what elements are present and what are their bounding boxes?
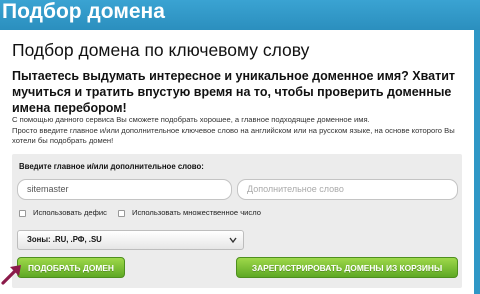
zones-value: Зоны: .RU, .РФ, .SU (27, 235, 102, 244)
pick-domain-button[interactable]: ПОДОБРАТЬ ДОМЕН (17, 257, 125, 278)
register-cart-domains-button[interactable]: ЗАРЕГИСТРИРОВАТЬ ДОМЕНЫ ИЗ КОРЗИНЫ (236, 257, 458, 278)
plural-label: Использовать множественное число (132, 208, 261, 217)
description: С помощью данного сервиса Вы сможете под… (12, 115, 467, 147)
lead-text: Пытаетесь выдумать интересное и уникальн… (12, 69, 455, 115)
description-line-2: Просто введите главное и/или дополнитель… (12, 125, 455, 146)
arrow-pointer-icon (1, 265, 21, 285)
domain-search-form: Введите главное и/или дополнительное сло… (12, 154, 462, 288)
hyphen-label: Использовать дефис (33, 208, 107, 217)
plural-checkbox[interactable] (118, 210, 125, 217)
content-panel: Подбор домена по ключевому слову Пытаете… (0, 30, 474, 294)
section-heading: Подбор домена по ключевому слову (12, 40, 310, 60)
main-keyword-input[interactable]: sitemaster (17, 179, 232, 200)
form-label: Введите главное и/или дополнительное сло… (19, 162, 204, 171)
description-line-1: С помощью данного сервиса Вы сможете под… (12, 115, 370, 124)
extra-keyword-input[interactable]: Дополнительное слово (237, 179, 458, 200)
page-title: Подбор домена (2, 0, 165, 23)
hyphen-checkbox[interactable] (19, 210, 26, 217)
zones-select[interactable]: Зоны: .RU, .РФ, .SU (17, 230, 244, 250)
page-edge (474, 30, 480, 294)
chevron-down-icon (229, 231, 237, 256)
page-header: Подбор домена (0, 0, 480, 30)
